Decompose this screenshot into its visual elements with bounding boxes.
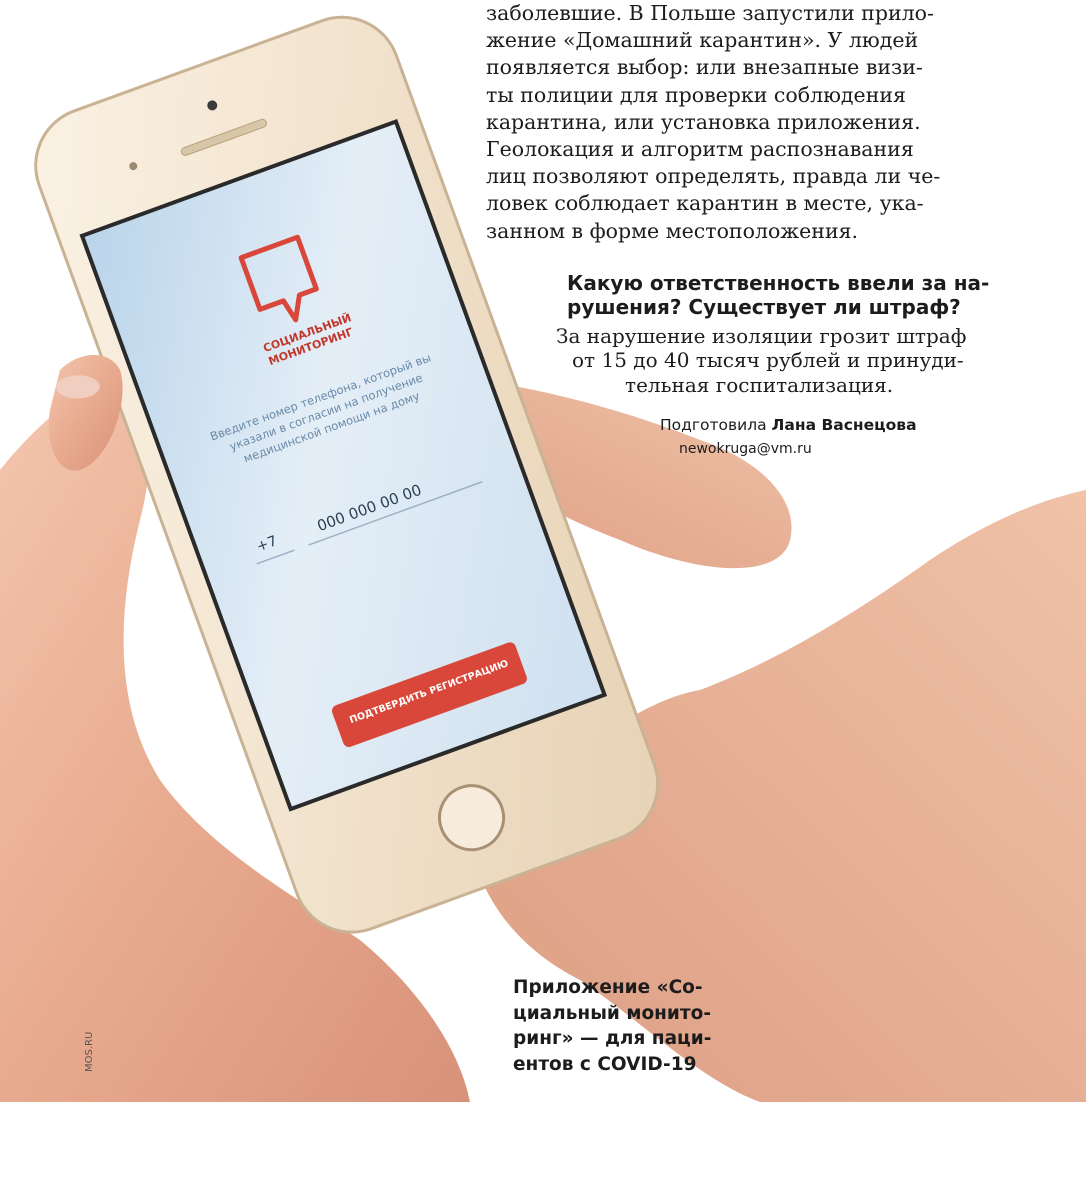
- article-line: занном в форме местоположения.: [486, 218, 859, 243]
- byline-prefix: Подготовила: [660, 416, 767, 434]
- confirm-registration-button[interactable]: ПОДТВЕРДИТЬ РЕГИСТРАЦИЮ: [337, 654, 521, 730]
- article-line: ты полиции для проверки соблюдения: [486, 82, 906, 107]
- article-line: Геолокация и алгоритм распознавания: [486, 137, 914, 162]
- caption-line: Приложение «Со-: [513, 977, 703, 998]
- author-email[interactable]: newokruga@vm.ru: [679, 441, 812, 457]
- phone-input[interactable]: 000 000 00 00: [315, 458, 486, 535]
- article-line: карантина, или установка приложения.: [486, 109, 921, 134]
- country-code[interactable]: +7: [255, 533, 280, 555]
- caption-line: ринг» — для паци-: [513, 1028, 712, 1049]
- answer-line: от 15 до 40 тысяч рублей и принуди-: [572, 348, 964, 372]
- article-line: появляется выбор: или внезапные визи-: [486, 55, 923, 80]
- question-line: Какую ответственность ввели за на-: [567, 271, 990, 295]
- question-heading: Какую ответственность ввели за на- рушен…: [567, 271, 990, 319]
- question-line: рушения? Существует ли штраф?: [567, 295, 961, 319]
- article-line: лиц позволяют определять, правда ли че-: [486, 164, 941, 189]
- photo-credit: MOS.RU: [84, 1031, 95, 1072]
- article-paragraph: заболевшие. В Польше запустили прило- же…: [486, 0, 962, 245]
- answer-line: тельная госпитализация.: [625, 373, 894, 397]
- article-line: заболевшие. В Польше запустили прило-: [486, 1, 934, 25]
- photo-caption: Приложение «Со- циальный монито- ринг» —…: [513, 975, 728, 1077]
- article-line: ловек соблюдает карантин в месте, ука-: [486, 191, 924, 216]
- caption-line: циальный монито-: [513, 1002, 712, 1024]
- app-instruction-line2: указали в согласии на получение: [227, 370, 425, 454]
- answer-line: За нарушение изоляции грозит штраф: [556, 324, 967, 348]
- byline: Подготовила Лана Васнецова: [660, 416, 917, 434]
- app-logo-title: СОЦИАЛЬНЫЙ МОНИТОРИНГ: [261, 311, 355, 369]
- byline-author: Лана Васнецова: [771, 416, 917, 434]
- article-line: жение «Домашний карантин». У людей: [486, 28, 919, 53]
- app-instruction: Введите номер телефона, который вы указа…: [200, 347, 451, 478]
- caption-line: ентов с COVID-19: [513, 1053, 697, 1075]
